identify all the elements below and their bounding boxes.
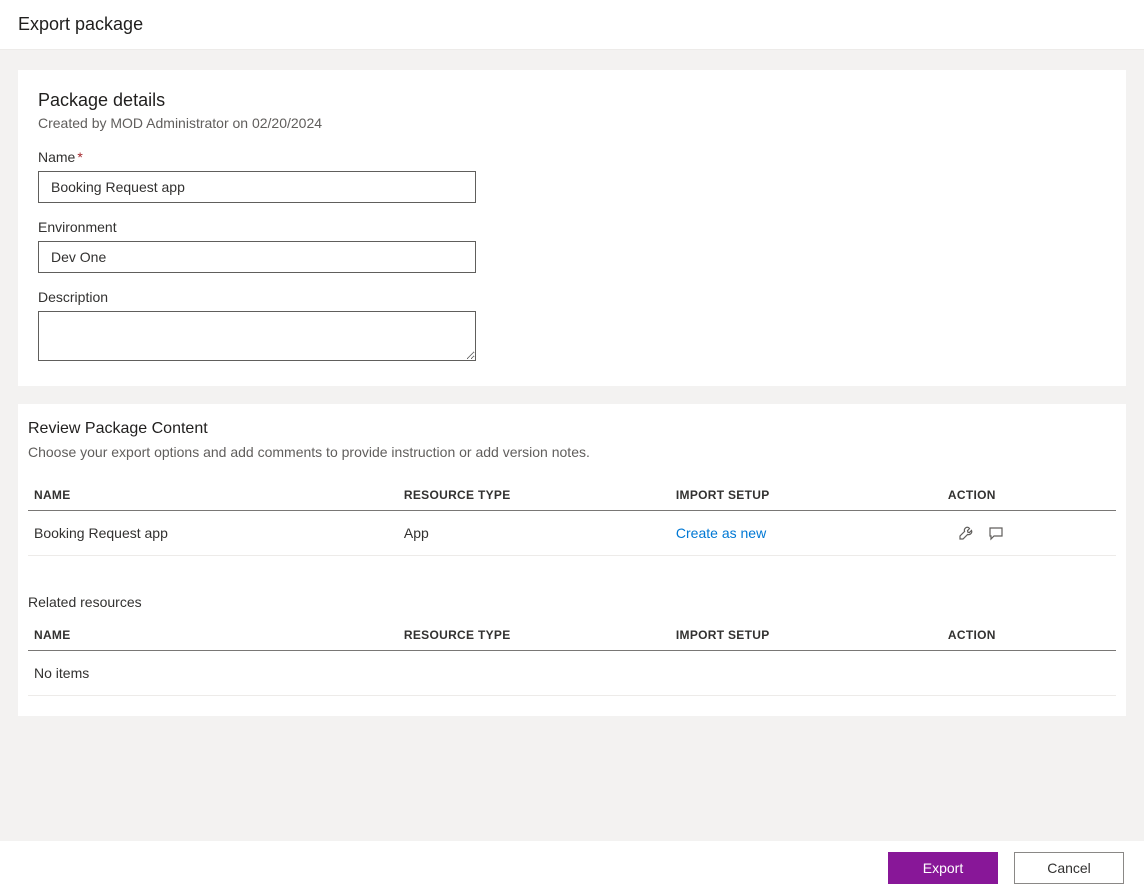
package-details-card: Package details Created by MOD Administr…: [18, 70, 1126, 386]
related-resources-table: NAME RESOURCE TYPE IMPORT SETUP ACTION N…: [28, 618, 1116, 696]
cell-import-setup: Create as new: [670, 511, 942, 556]
action-icons: [948, 525, 1110, 541]
col-header-resource-type: RESOURCE TYPE: [398, 478, 670, 511]
footer-bar: Export Cancel: [0, 841, 1144, 894]
export-button[interactable]: Export: [888, 852, 998, 884]
package-details-title: Package details: [38, 90, 1106, 111]
cell-name: Booking Request app: [28, 511, 398, 556]
description-label: Description: [38, 289, 1106, 305]
col-header-action: ACTION: [942, 478, 1116, 511]
page-title: Export package: [18, 14, 1126, 35]
page-header: Export package: [0, 0, 1144, 50]
environment-label: Environment: [38, 219, 1106, 235]
required-indicator: *: [77, 149, 82, 165]
col-header-action: ACTION: [942, 618, 1116, 651]
col-header-name: NAME: [28, 478, 398, 511]
name-label-text: Name: [38, 149, 75, 165]
review-subtitle: Choose your export options and add comme…: [28, 444, 1116, 460]
no-items-text: No items: [28, 651, 1116, 696]
col-header-resource-type: RESOURCE TYPE: [398, 618, 670, 651]
table-row-empty: No items: [28, 651, 1116, 696]
review-header: Review Package Content Choose your expor…: [18, 420, 1126, 460]
environment-field-group: Environment: [38, 219, 1106, 273]
description-input[interactable]: [38, 311, 476, 361]
package-details-created-by: Created by MOD Administrator on 02/20/20…: [38, 115, 1106, 131]
content-area: Package details Created by MOD Administr…: [0, 50, 1144, 842]
col-header-name: NAME: [28, 618, 398, 651]
package-content-table: NAME RESOURCE TYPE IMPORT SETUP ACTION B…: [28, 478, 1116, 556]
table-header-row: NAME RESOURCE TYPE IMPORT SETUP ACTION: [28, 618, 1116, 651]
wrench-icon[interactable]: [958, 525, 974, 541]
table-row: Booking Request app App Create as new: [28, 511, 1116, 556]
import-setup-link[interactable]: Create as new: [676, 525, 766, 541]
environment-input[interactable]: [38, 241, 476, 273]
name-field-group: Name*: [38, 149, 1106, 203]
cell-action: [942, 511, 1116, 556]
table-header-row: NAME RESOURCE TYPE IMPORT SETUP ACTION: [28, 478, 1116, 511]
review-package-section: Review Package Content Choose your expor…: [18, 404, 1126, 716]
comment-icon[interactable]: [988, 525, 1004, 541]
description-field-group: Description: [38, 289, 1106, 364]
col-header-import-setup: IMPORT SETUP: [670, 478, 942, 511]
col-header-import-setup: IMPORT SETUP: [670, 618, 942, 651]
related-resources-title: Related resources: [28, 594, 1116, 610]
review-title: Review Package Content: [28, 420, 1116, 438]
name-input[interactable]: [38, 171, 476, 203]
cell-resource-type: App: [398, 511, 670, 556]
cancel-button[interactable]: Cancel: [1014, 852, 1124, 884]
name-label: Name*: [38, 149, 1106, 165]
